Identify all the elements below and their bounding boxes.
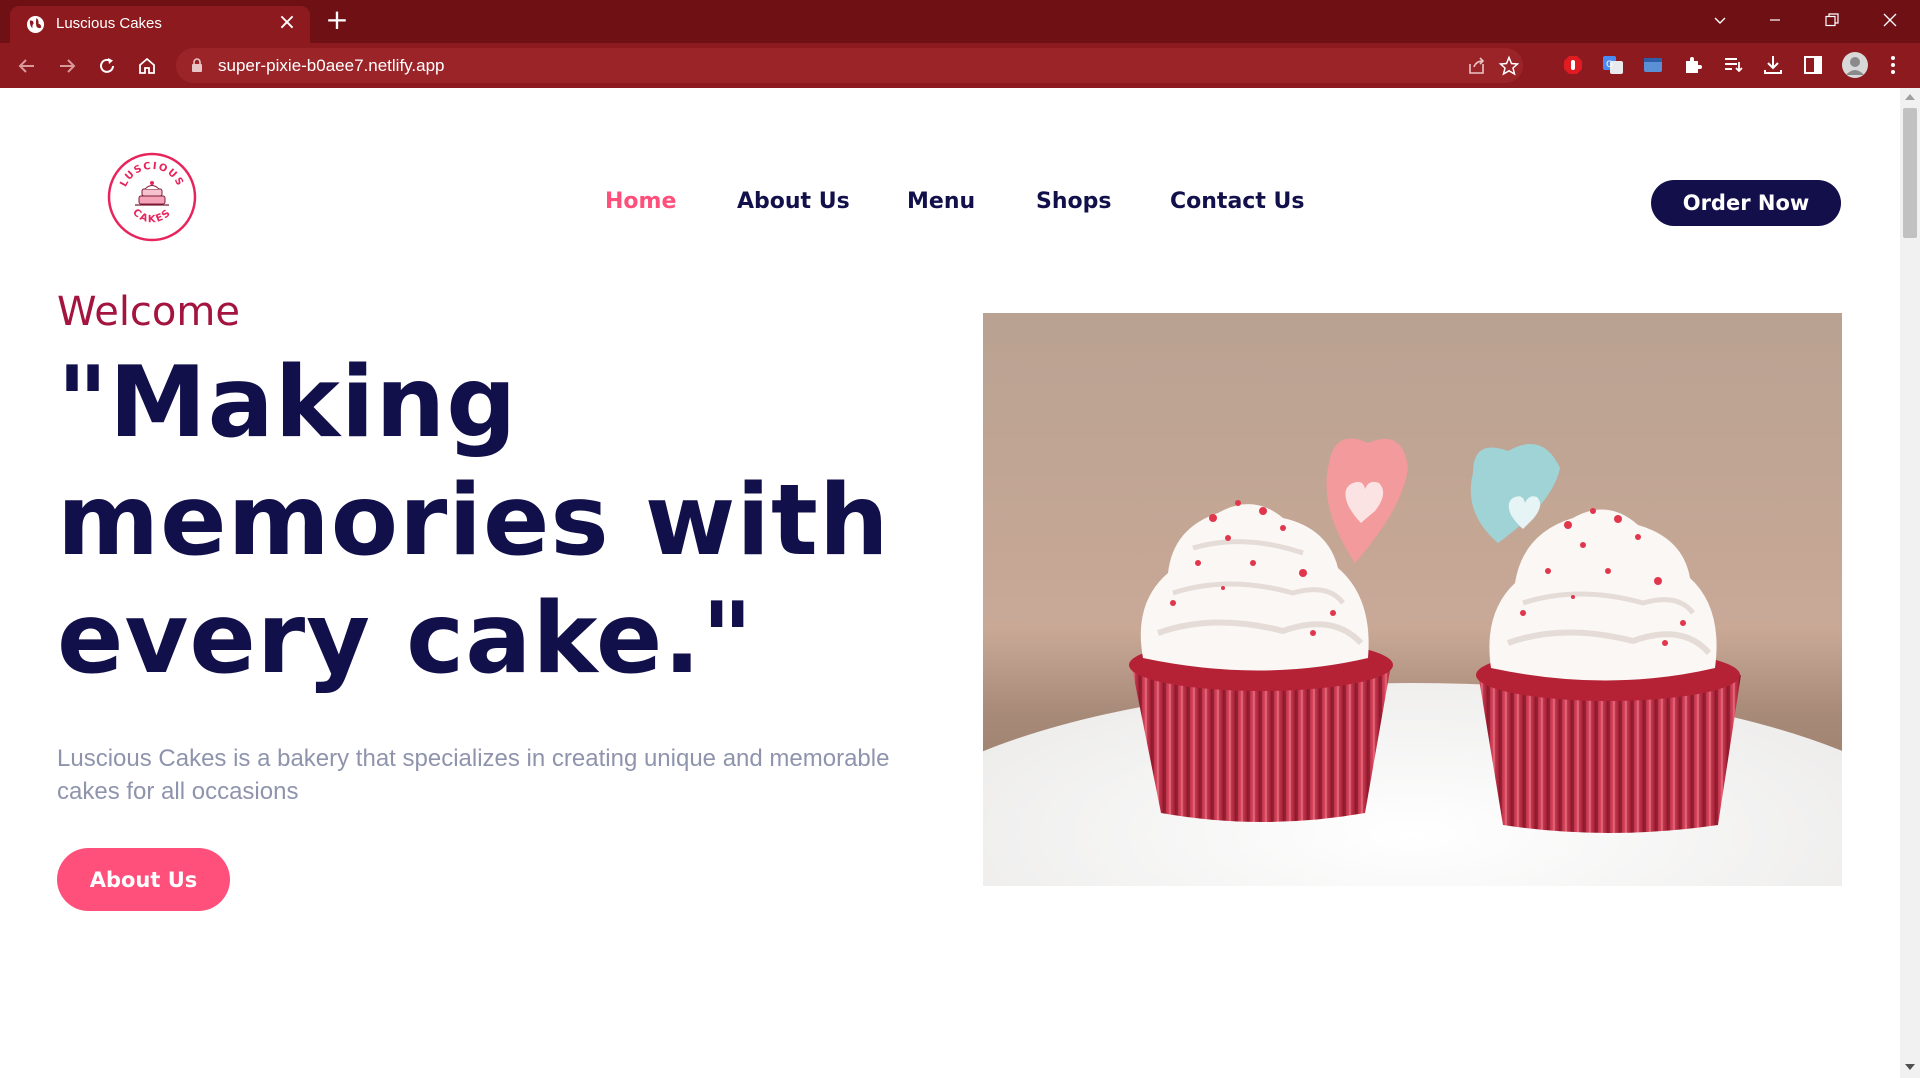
hero-description: Luscious Cakes is a bakery that speciali… <box>57 745 890 805</box>
restore-icon[interactable] <box>1804 0 1860 40</box>
translate-icon[interactable]: G <box>1601 53 1625 77</box>
star-icon[interactable] <box>1498 55 1520 77</box>
browser-toolbar: super-pixie-b0aee7.netlify.app G <box>0 43 1920 88</box>
plus-icon[interactable]: + <box>323 6 351 34</box>
lock-icon <box>192 58 202 72</box>
scroll-up-arrow-icon[interactable] <box>1905 94 1915 100</box>
menu-icon[interactable] <box>1881 53 1905 77</box>
back-icon[interactable] <box>14 53 40 79</box>
globe-icon <box>26 15 45 34</box>
home-icon[interactable] <box>134 53 160 79</box>
nav-about-us[interactable]: About Us <box>737 188 850 216</box>
reload-icon[interactable] <box>94 53 120 79</box>
logo[interactable]: LUSCIOUS CAKES <box>107 152 197 242</box>
nav-menu[interactable]: Menu <box>907 188 975 216</box>
window-extension-icon[interactable] <box>1641 53 1665 77</box>
nav-contact-us[interactable]: Contact Us <box>1170 188 1304 216</box>
nav-home[interactable]: Home <box>605 188 676 216</box>
adblock-icon[interactable] <box>1561 53 1585 77</box>
minimize-icon[interactable] <box>1747 0 1803 40</box>
share-icon[interactable] <box>1466 55 1488 77</box>
hero-headline: "Making memories with every cake." <box>57 344 937 698</box>
about-us-button[interactable]: About Us <box>57 848 230 911</box>
headline-line-1: "Making <box>57 346 518 460</box>
headline-line-2: memories with <box>57 464 890 578</box>
scrollbar[interactable] <box>1900 88 1920 1078</box>
tab-title: Luscious Cakes <box>56 15 162 32</box>
scroll-down-arrow-icon[interactable] <box>1905 1064 1915 1070</box>
close-icon[interactable]: × <box>276 12 298 34</box>
download-icon[interactable] <box>1761 53 1785 77</box>
forward-icon[interactable] <box>54 53 80 79</box>
svg-text:G: G <box>1606 60 1613 70</box>
headline-line-3: every cake." <box>57 582 754 696</box>
cupcakes-image <box>983 313 1842 886</box>
address-bar[interactable]: super-pixie-b0aee7.netlify.app <box>176 48 1523 83</box>
close-window-icon[interactable] <box>1862 0 1918 40</box>
reading-list-icon[interactable] <box>1721 53 1745 77</box>
nav-shops[interactable]: Shops <box>1036 188 1111 216</box>
welcome-heading: Welcome <box>57 289 240 335</box>
extensions-icon[interactable] <box>1681 53 1705 77</box>
avatar[interactable] <box>1841 51 1869 79</box>
page: LUSCIOUS CAKES Home About Us Menu Shops … <box>0 88 1900 1078</box>
order-now-button[interactable]: Order Now <box>1651 180 1841 226</box>
sidebar-icon[interactable] <box>1801 53 1825 77</box>
scrollbar-thumb[interactable] <box>1903 108 1917 238</box>
browser-tab-strip: Luscious Cakes × + <box>0 0 1920 43</box>
browser-tab[interactable]: Luscious Cakes × <box>10 6 310 43</box>
chevron-down-icon[interactable] <box>1692 0 1748 40</box>
url-text: super-pixie-b0aee7.netlify.app <box>218 56 445 75</box>
